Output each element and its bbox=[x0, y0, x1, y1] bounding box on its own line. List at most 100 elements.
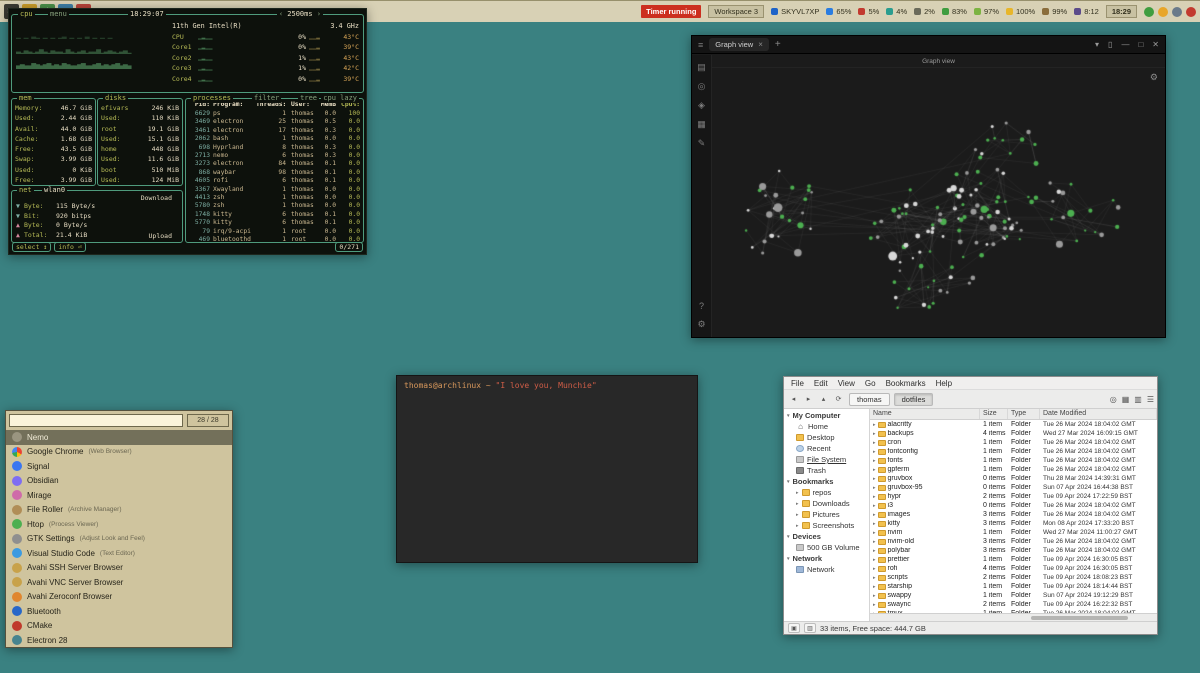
path-button-thomas[interactable]: thomas bbox=[849, 393, 890, 406]
close-icon[interactable]: ✕ bbox=[1152, 40, 1159, 49]
launcher-item-avahi-vnc-server-browser[interactable]: Avahi VNC Server Browser bbox=[6, 575, 232, 590]
btop-menu-button[interactable]: menu bbox=[48, 10, 69, 19]
file-row-swaync[interactable]: ▸swaync2 itemsFolderTue 09 Apr 2024 16:2… bbox=[870, 600, 1157, 609]
file-row-cron[interactable]: ▸cron1 itemFolderTue 26 Mar 2024 18:04:0… bbox=[870, 438, 1157, 447]
file-row-gruvbox[interactable]: ▸gruvbox0 itemsFolderThu 28 Mar 2024 14:… bbox=[870, 474, 1157, 483]
power-icon[interactable] bbox=[1186, 7, 1196, 17]
process-row[interactable]: 4413zsh1thomas0.00.0 bbox=[186, 194, 363, 202]
help-icon[interactable]: ? bbox=[699, 301, 704, 311]
process-row[interactable]: 4605rofi6thomas0.10.0 bbox=[186, 177, 363, 185]
file-row-kitty[interactable]: ▸kitty3 itemsFolderMon 08 Apr 2024 17:33… bbox=[870, 519, 1157, 528]
sidebar-item-pictures[interactable]: ▸Pictures bbox=[784, 509, 869, 520]
new-note-icon[interactable]: ✎ bbox=[698, 138, 706, 149]
file-row-nvim-old[interactable]: ▸nvim-old3 itemsFolderTue 26 Mar 2024 18… bbox=[870, 537, 1157, 546]
launcher-item-visual-studio-code[interactable]: Visual Studio Code(Text Editor) bbox=[6, 546, 232, 561]
notifications-icon[interactable] bbox=[1158, 7, 1168, 17]
list-view-icon[interactable]: ☰ bbox=[1147, 395, 1154, 404]
new-tab-button[interactable]: + bbox=[775, 40, 781, 50]
file-row-prettier[interactable]: ▸prettier1 itemFolderTue 09 Apr 2024 16:… bbox=[870, 555, 1157, 564]
menu-edit[interactable]: Edit bbox=[809, 378, 833, 389]
file-row-backups[interactable]: ▸backups4 itemsFolderWed 27 Mar 2024 16:… bbox=[870, 429, 1157, 438]
sidebar-item-desktop[interactable]: Desktop bbox=[784, 432, 869, 443]
files-icon[interactable]: ▤ bbox=[697, 62, 706, 73]
tray-stat-uptime[interactable]: 8:12 bbox=[1074, 7, 1099, 16]
compact-view-icon[interactable]: ▥ bbox=[1134, 395, 1142, 404]
file-row-gpferm[interactable]: ▸gpferm1 itemFolderTue 26 Mar 2024 18:04… bbox=[870, 465, 1157, 474]
btop-processes-title[interactable]: processes bbox=[191, 94, 233, 103]
launcher-item-gtk-settings[interactable]: GTK Settings(Adjust Look and Feel) bbox=[6, 532, 232, 547]
btop-sort-button[interactable]: cpu lazy bbox=[321, 94, 359, 103]
process-row[interactable]: 3461electron17thomas0.30.0 bbox=[186, 127, 363, 135]
network-icon[interactable] bbox=[1172, 7, 1182, 17]
settings-gear-icon[interactable]: ⚙ bbox=[697, 319, 705, 330]
file-row-hypr[interactable]: ▸hypr2 itemsFolderTue 09 Apr 2024 17:22:… bbox=[870, 492, 1157, 501]
file-row-swappy[interactable]: ▸swappy1 itemFolderSun 07 Apr 2024 19:12… bbox=[870, 591, 1157, 600]
search-icon[interactable]: ◎ bbox=[698, 81, 706, 92]
file-row-starship[interactable]: ▸starship1 itemFolderTue 09 Apr 2024 18:… bbox=[870, 582, 1157, 591]
graph-canvas[interactable] bbox=[712, 68, 1165, 337]
terminal-window[interactable]: thomas@archlinux ~ "I love you, Munchie" bbox=[396, 375, 698, 563]
sidebar-item-trash[interactable]: Trash bbox=[784, 465, 869, 476]
launcher-item-avahi-ssh-server-browser[interactable]: Avahi SSH Server Browser bbox=[6, 561, 232, 576]
launcher-item-bluetooth[interactable]: Bluetooth bbox=[6, 604, 232, 619]
btop-footer-key[interactable]: info ⏎ bbox=[54, 242, 85, 253]
canvas-icon[interactable]: ▦ bbox=[697, 119, 706, 130]
panel-clock[interactable]: 18:29 bbox=[1106, 5, 1137, 18]
search-icon[interactable]: ◎ bbox=[1110, 395, 1117, 404]
horizontal-scrollbar[interactable] bbox=[870, 613, 1157, 621]
sidebar-section-network[interactable]: ▾Network bbox=[784, 553, 869, 564]
tray-stat-wifi[interactable]: SKYVL7XP bbox=[771, 7, 819, 16]
tab-graph-view[interactable]: Graph view × bbox=[709, 38, 769, 51]
refresh-button[interactable]: ⟳ bbox=[832, 393, 845, 406]
graph-settings-gear-icon[interactable]: ⚙ bbox=[1150, 72, 1158, 83]
file-row-polybar[interactable]: ▸polybar3 itemsFolderTue 26 Mar 2024 18:… bbox=[870, 546, 1157, 555]
tray-stat-bluetooth[interactable]: 65% bbox=[826, 7, 851, 16]
process-row[interactable]: 6629ps1thomas0.0100 bbox=[186, 110, 363, 118]
process-row[interactable]: 3273electron84thomas0.10.0 bbox=[186, 160, 363, 168]
menu-bookmarks[interactable]: Bookmarks bbox=[881, 378, 931, 389]
process-row[interactable]: 5770kitty6thomas0.10.0 bbox=[186, 219, 363, 227]
back-button[interactable]: ◂ bbox=[787, 393, 800, 406]
process-row[interactable]: 3367Xwayland1thomas0.00.0 bbox=[186, 186, 363, 194]
treeview-toggle-icon[interactable]: ▥ bbox=[804, 623, 816, 633]
btop-disks-title[interactable]: disks bbox=[103, 94, 128, 103]
timer-badge[interactable]: Timer running bbox=[641, 5, 701, 18]
icon-view-icon[interactable]: ▦ bbox=[1122, 395, 1130, 404]
file-row-nvim[interactable]: ▸nvim1 itemFolderWed 27 Mar 2024 11:00:2… bbox=[870, 528, 1157, 537]
sidebar-item-500-gb-volume[interactable]: 500 GB Volume bbox=[784, 542, 869, 553]
process-row[interactable]: 1748kitty6thomas0.10.0 bbox=[186, 211, 363, 219]
launcher-item-electron-28[interactable]: Electron 28 bbox=[6, 633, 232, 647]
updates-icon[interactable] bbox=[1144, 7, 1154, 17]
sidebar-item-file-system[interactable]: File System bbox=[784, 454, 869, 465]
network-interface-name[interactable]: wlan0 bbox=[42, 186, 67, 195]
btop-tree-button[interactable]: tree bbox=[298, 94, 319, 103]
file-row-alacritty[interactable]: ▸alacritty1 itemFolderTue 26 Mar 2024 18… bbox=[870, 420, 1157, 429]
sidebar-item-repos[interactable]: ▸repos bbox=[784, 487, 869, 498]
process-row[interactable]: 5780zsh1thomas0.00.0 bbox=[186, 202, 363, 210]
launcher-item-signal[interactable]: Signal bbox=[6, 459, 232, 474]
column-header-type[interactable]: Type bbox=[1008, 409, 1040, 419]
tray-stat-microphone[interactable]: 4% bbox=[886, 7, 907, 16]
graph-icon[interactable]: ◈ bbox=[698, 100, 705, 111]
column-header-size[interactable]: Size bbox=[980, 409, 1008, 419]
menu-view[interactable]: View bbox=[833, 378, 860, 389]
file-row-scripts[interactable]: ▸scripts2 itemsFolderTue 09 Apr 2024 18:… bbox=[870, 573, 1157, 582]
btop-filter-button[interactable]: filter bbox=[252, 94, 281, 103]
tray-stat-memory[interactable]: 83% bbox=[942, 7, 967, 16]
sidebar-item-screenshots[interactable]: ▸Screenshots bbox=[784, 520, 869, 531]
column-header-name[interactable]: Name bbox=[870, 409, 980, 419]
file-row-images[interactable]: ▸images3 itemsFolderTue 26 Mar 2024 18:0… bbox=[870, 510, 1157, 519]
up-button[interactable]: ▴ bbox=[817, 393, 830, 406]
btop-refresh-rate[interactable]: 2500ms bbox=[277, 10, 323, 19]
sidebar-toggle-icon[interactable]: ≡ bbox=[698, 40, 703, 50]
scrollbar-thumb[interactable] bbox=[1031, 616, 1129, 620]
launcher-item-obsidian[interactable]: Obsidian bbox=[6, 474, 232, 489]
menu-help[interactable]: Help bbox=[931, 378, 957, 389]
forward-button[interactable]: ▸ bbox=[802, 393, 815, 406]
sidebar-item-home[interactable]: ⌂Home bbox=[784, 421, 869, 432]
file-row-gruvbox-95[interactable]: ▸gruvbox-950 itemsFolderSun 07 Apr 2024 … bbox=[870, 483, 1157, 492]
btop-net-title[interactable]: net bbox=[17, 186, 34, 195]
tray-stat-battery[interactable]: 100% bbox=[1006, 7, 1035, 16]
file-row-fontconfig[interactable]: ▸fontconfig1 itemFolderTue 26 Mar 2024 1… bbox=[870, 447, 1157, 456]
sidebar-item-network[interactable]: Network bbox=[784, 564, 869, 575]
